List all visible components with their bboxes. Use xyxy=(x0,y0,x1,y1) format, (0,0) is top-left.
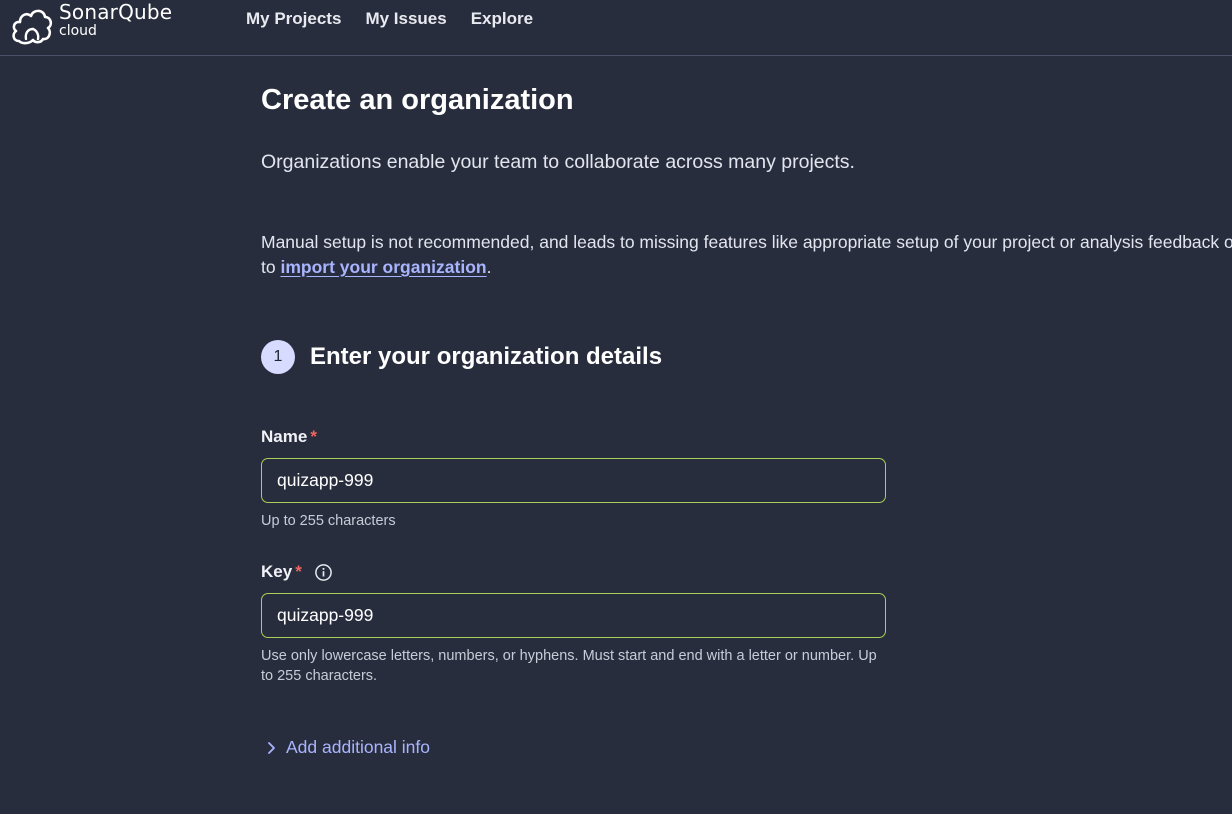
warning-suffix: . xyxy=(486,257,492,277)
warning-line-1: Manual setup is not recommended, and lea… xyxy=(261,232,1232,252)
nav-my-issues[interactable]: My Issues xyxy=(365,9,446,29)
add-additional-info-label: Add additional info xyxy=(286,737,430,757)
brand-sub: cloud xyxy=(59,23,97,39)
cloud-logo-icon xyxy=(12,9,53,45)
name-label-text: Name xyxy=(261,427,308,446)
name-input-value: quizapp-999 xyxy=(277,470,374,490)
add-additional-info-toggle[interactable]: Add additional info xyxy=(267,737,430,758)
top-navigation-bar: SonarQube cloud My Projects My Issues Ex… xyxy=(0,0,1232,56)
page-subtitle: Organizations enable your team to collab… xyxy=(261,151,855,173)
sonarqube-cloud-logo[interactable]: SonarQube cloud xyxy=(11,0,201,45)
key-help-text: Use only lowercase letters, numbers, or … xyxy=(261,648,877,684)
warning-line-2: to import your organization. xyxy=(261,255,1232,280)
manual-setup-warning: Manual setup is not recommended, and lea… xyxy=(261,230,1232,280)
key-label-text: Key xyxy=(261,562,293,581)
nav-explore[interactable]: Explore xyxy=(471,9,533,29)
main-nav: My Projects My Issues Explore xyxy=(246,9,557,29)
name-help-text: Up to 255 characters xyxy=(261,513,396,529)
step-header: 1 Enter your organization details xyxy=(261,340,662,374)
name-field-label: Name * xyxy=(261,427,317,447)
key-input-value: quizapp-999 xyxy=(277,605,374,625)
name-required-mark: * xyxy=(310,427,317,446)
info-icon[interactable] xyxy=(314,563,333,582)
key-field-label: Key * xyxy=(261,562,333,582)
import-organization-link[interactable]: import your organization xyxy=(280,257,486,277)
step-title: Enter your organization details xyxy=(310,343,663,370)
brand-name: SonarQube xyxy=(59,0,173,24)
warning-line-2-prefix: to xyxy=(261,257,281,277)
page-title: Create an organization xyxy=(261,84,574,116)
name-input[interactable]: quizapp-999 xyxy=(261,458,886,503)
key-input[interactable]: quizapp-999 xyxy=(261,593,886,638)
step-number-badge: 1 xyxy=(261,340,295,374)
nav-my-projects[interactable]: My Projects xyxy=(246,9,341,29)
chevron-right-icon xyxy=(268,741,275,754)
key-required-mark: * xyxy=(295,562,302,581)
